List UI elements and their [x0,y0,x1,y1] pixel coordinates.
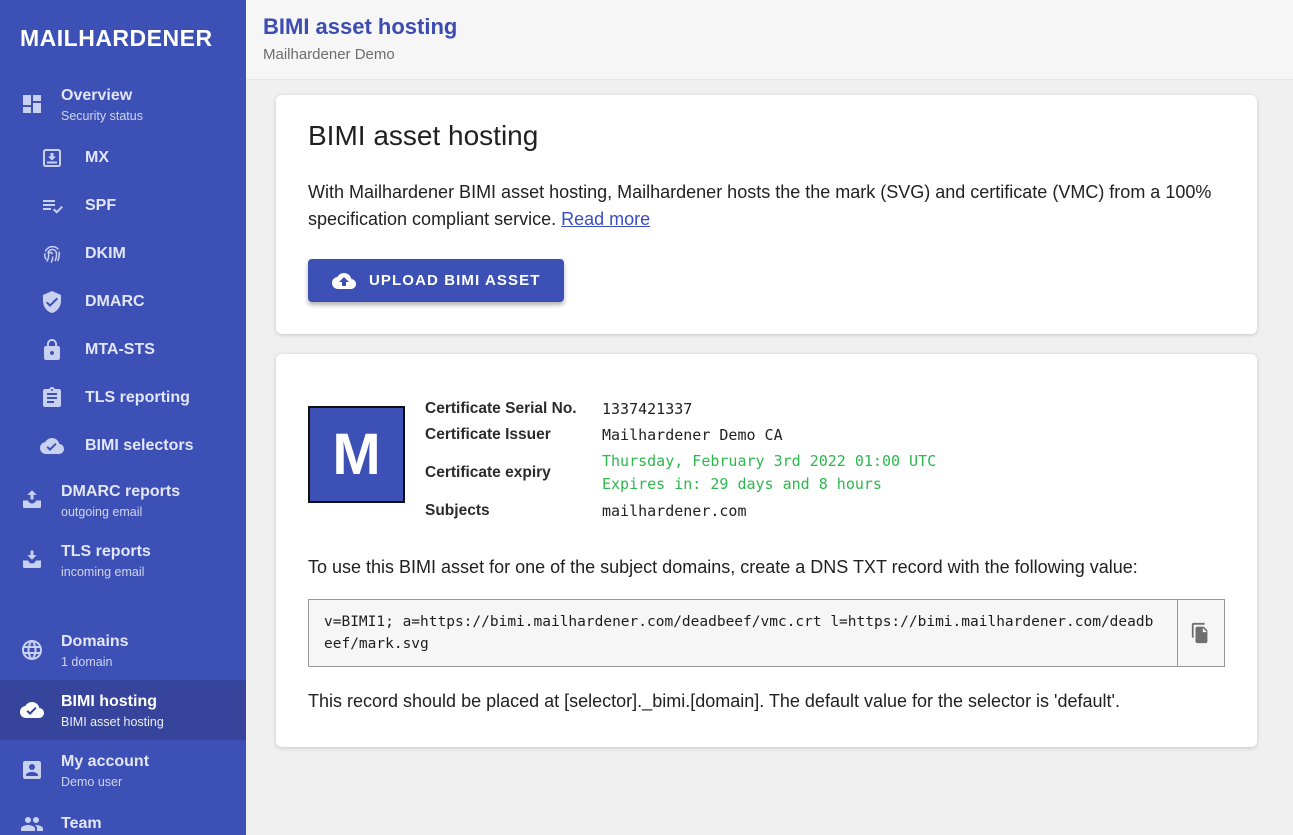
upload-bimi-asset-button[interactable]: UPLOAD BIMI ASSET [308,259,564,302]
page-title: BIMI asset hosting [263,13,1293,40]
page-subtitle: Mailhardener Demo [263,46,1293,63]
sidebar-item-team[interactable]: Team [0,800,246,835]
sidebar-item-label: Domains [61,632,129,652]
certificate-field-value: mailhardener.com [602,498,936,524]
inboxdown-icon [20,548,44,572]
intro-card-title: BIMI asset hosting [308,119,1225,153]
placement-note: This record should be placed at [selecto… [308,688,1225,715]
certificate-field-label: Subjects [425,498,602,524]
bimi-mark-image: M [308,406,405,503]
sidebar-item-label: TLS reports [61,542,151,562]
sidebar-item-dmarc[interactable]: DMARC [0,278,246,326]
dns-record-block: v=BIMI1; a=https://bimi.mailhardener.com… [308,599,1225,667]
copy-icon [1190,622,1212,644]
sidebar-item-label: BIMI hosting [61,692,164,712]
sidebar-nav: Overview Security status MX SPF DKIM DMARC MTA… [0,74,246,835]
globe-icon [20,638,44,662]
sidebar: MAILHARDENER Overview Security status MX SP… [0,0,246,835]
playlistcheck-icon [40,194,64,218]
sidebar-item-spf[interactable]: SPF [0,182,246,230]
certificate-card: M Certificate Serial No.1337421337Certif… [276,354,1257,747]
sidebar-item-dkim[interactable]: DKIM [0,230,246,278]
page-header: BIMI asset hosting Mailhardener Demo [246,0,1293,80]
sidebar-item-label: MX [85,148,109,168]
upload-button-label: UPLOAD BIMI ASSET [369,272,540,289]
sidebar-item-label: Overview [61,86,143,106]
sidebar-item-label: SPF [85,196,116,216]
outbox-icon [20,488,44,512]
certificate-field-value: Mailhardener Demo CA [602,422,936,448]
fingerprint-icon [40,242,64,266]
sidebar-item-label: My account [61,752,149,772]
sidebar-item-label: DKIM [85,244,126,264]
sidebar-item-sublabel: BIMI asset hosting [61,715,164,729]
sidebar-item-domains[interactable]: Domains 1 domain [0,620,246,680]
certificate-field-label: Certificate expiry [425,460,602,486]
sidebar-item-label: BIMI selectors [85,436,193,456]
dns-instruction: To use this BIMI asset for one of the su… [308,554,1225,581]
clipboard-icon [40,386,64,410]
sidebar-item-label: DMARC [85,292,145,312]
sidebar-item-sublabel: Security status [61,109,143,123]
sidebar-item-tls-reporting[interactable]: TLS reporting [0,374,246,422]
sidebar-item-sublabel: incoming email [61,565,151,579]
main-area: BIMI asset hosting Mailhardener Demo BIM… [246,0,1293,835]
certificate-fields: Certificate Serial No.1337421337Certific… [425,396,936,524]
sidebar-item-sublabel: Demo user [61,775,149,789]
cloudcheck-icon [40,434,64,458]
sidebar-item-sublabel: 1 domain [61,655,129,669]
certificate-field-label: Certificate Issuer [425,422,602,448]
lock-icon [40,338,64,362]
certificate-field-label: Certificate Serial No. [425,396,602,422]
sidebar-item-bimi-selectors[interactable]: BIMI selectors [0,422,246,470]
dashboard-icon [20,92,44,116]
intro-card: BIMI asset hosting With Mailhardener BIM… [276,95,1257,334]
sidebar-item-label: DMARC reports [61,482,180,502]
copy-button[interactable] [1177,600,1224,666]
sidebar-item-sublabel: outgoing email [61,505,180,519]
certificate-details: M Certificate Serial No.1337421337Certif… [308,394,1225,524]
sidebar-item-mta-sts[interactable]: MTA-STS [0,326,246,374]
people-icon [20,812,44,835]
app-logo: MAILHARDENER [0,0,246,74]
page-content: BIMI asset hosting With Mailhardener BIM… [246,80,1293,767]
sidebar-item-label: TLS reporting [85,388,190,408]
certificate-field-value: 1337421337 [602,396,936,422]
sidebar-item-label: MTA-STS [85,340,155,360]
sidebar-item-bimi-hosting[interactable]: BIMI hosting BIMI asset hosting [0,680,246,740]
certificate-field-value: Thursday, February 3rd 2022 01:00 UTCExp… [602,448,936,498]
shieldcheck-icon [40,290,64,314]
cloudcheck-icon [20,698,44,722]
read-more-link[interactable]: Read more [561,209,650,229]
bimi-mark-letter: M [332,426,380,484]
inboxbox-icon [40,146,64,170]
sidebar-item-label: Team [61,814,102,834]
sidebar-item-my-account[interactable]: My account Demo user [0,740,246,800]
sidebar-item-tls-reports[interactable]: TLS reports incoming email [0,530,246,590]
cloud-upload-icon [332,269,356,293]
accountbox-icon [20,758,44,782]
intro-card-body: With Mailhardener BIMI asset hosting, Ma… [308,179,1225,233]
sidebar-item-overview[interactable]: Overview Security status [0,74,246,134]
dns-record-value: v=BIMI1; a=https://bimi.mailhardener.com… [309,600,1177,666]
sidebar-item-mx[interactable]: MX [0,134,246,182]
sidebar-item-dmarc-reports[interactable]: DMARC reports outgoing email [0,470,246,530]
